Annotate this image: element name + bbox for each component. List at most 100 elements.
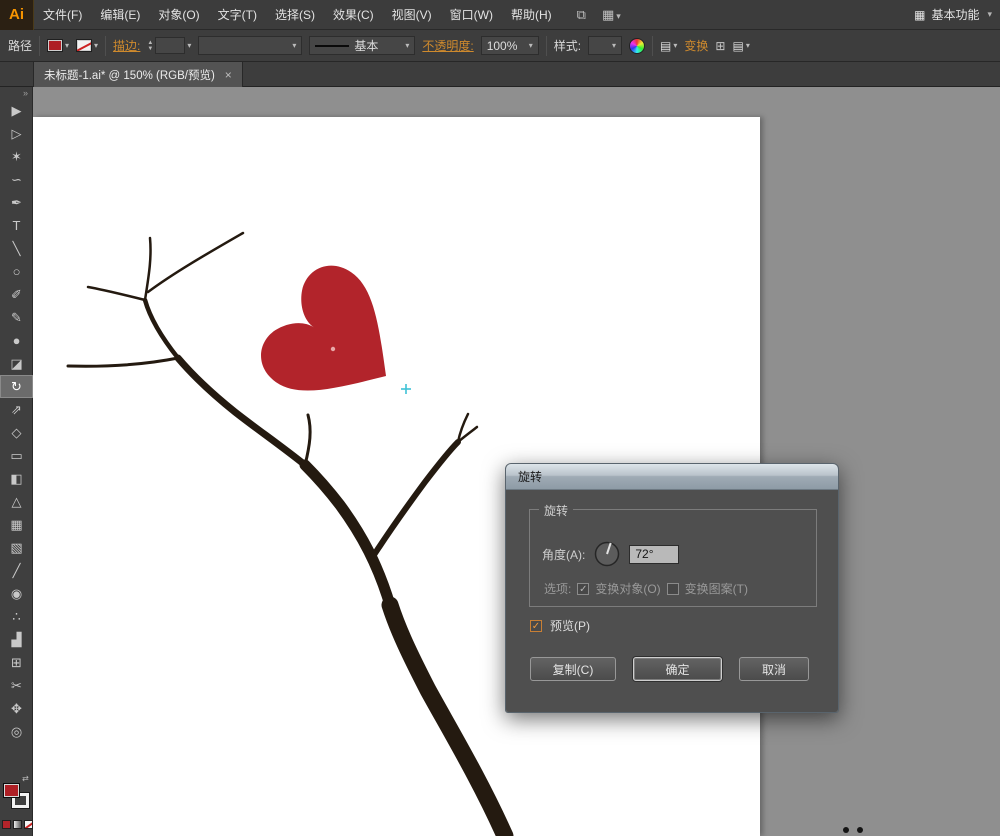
paintbrush-tool[interactable]: ✐	[0, 283, 33, 306]
symbol-sprayer-tool[interactable]: ∴	[0, 605, 33, 628]
angle-dial-icon	[595, 541, 620, 567]
eyedropper-tool[interactable]: ╱	[0, 559, 33, 582]
app-logo: Ai	[0, 0, 34, 30]
toolbar-collapse-button[interactable]: »	[0, 87, 32, 99]
selection-tool[interactable]: ▶	[0, 99, 33, 122]
menu-view[interactable]: 视图(V)	[383, 0, 441, 30]
rotate-dialog-body: 旋转 角度(A): 选项: ✓ 变换对象(O) 变换图案(T)	[506, 490, 838, 712]
menu-object[interactable]: 对象(O)	[149, 0, 208, 30]
tab-close-icon[interactable]: ×	[225, 68, 232, 82]
tool-icon: ╲	[12, 240, 21, 256]
tool-icon: ✎	[11, 309, 22, 325]
perspective-grid-tool[interactable]: △	[0, 490, 33, 513]
style-dropdown[interactable]: ▾	[588, 36, 623, 55]
rotate-tool[interactable]: ↻	[0, 375, 33, 398]
opacity-dropdown[interactable]: 100% ▾	[480, 36, 539, 55]
chevron-down-icon: ▾	[612, 41, 617, 50]
preview-row: ✓ 预览(P)	[530, 617, 590, 634]
swap-fill-stroke-icon[interactable]: ⇄	[22, 774, 29, 783]
gradient-mode-button[interactable]	[13, 820, 22, 829]
separator	[545, 35, 547, 56]
branch-artwork[interactable]	[66, 231, 514, 836]
stroke-weight-input[interactable]	[155, 37, 186, 54]
tool-icon: ▭	[10, 447, 23, 463]
angle-dial[interactable]	[594, 541, 620, 567]
menu-file[interactable]: 文件(F)	[34, 0, 91, 30]
type-tool[interactable]: T	[0, 214, 33, 237]
stroke-weight-stepper[interactable]: ▲ ▼ ▾	[147, 37, 191, 54]
workspace-switcher[interactable]: ▦ 基本功能 ▾	[914, 6, 992, 23]
column-graph-tool[interactable]: ▟	[0, 628, 33, 651]
opacity-label[interactable]: 不透明度:	[422, 37, 473, 54]
document-title: 未标题-1.ai* @ 150% (RGB/预览)	[44, 69, 215, 82]
direct-selection-tool[interactable]: ▷	[0, 122, 33, 145]
tool-icon: ●	[12, 333, 21, 348]
options-label: 选项:	[544, 582, 572, 596]
angle-input[interactable]	[629, 544, 680, 564]
slice-tool[interactable]: ✂	[0, 674, 33, 697]
scale-tool[interactable]: ⇗	[0, 398, 33, 421]
canvas[interactable]	[33, 87, 1000, 836]
tool-icon: ⊞	[11, 654, 22, 670]
fill-color-box[interactable]	[3, 783, 20, 798]
arrange-documents-icon[interactable]: ▦ ▾	[602, 7, 621, 23]
preview-checkbox[interactable]: ✓	[530, 619, 542, 632]
copy-button[interactable]: 复制(C)	[530, 657, 616, 681]
lasso-tool[interactable]: ∽	[0, 168, 33, 191]
transform-label[interactable]: 变换	[684, 37, 708, 54]
transform-grid-icon[interactable]: ⊞	[715, 39, 725, 53]
blend-tool[interactable]: ◉	[0, 582, 33, 605]
tool-icon: ○	[12, 264, 21, 279]
align-dropdown[interactable]: ▤ ▾	[660, 39, 677, 53]
pen-tool[interactable]: ✒	[0, 191, 33, 214]
free-transform-tool[interactable]: ▭	[0, 444, 33, 467]
width-tool[interactable]: ◇	[0, 421, 33, 444]
zoom-tool[interactable]: ◎	[0, 720, 33, 743]
color-mode-button[interactable]	[2, 820, 11, 829]
document-tab[interactable]: 未标题-1.ai* @ 150% (RGB/预览) ×	[33, 62, 243, 87]
heart-center-point	[330, 346, 336, 352]
heart-artwork[interactable]	[249, 254, 423, 432]
cancel-button[interactable]: 取消	[739, 657, 809, 681]
ellipse-tool[interactable]: ○	[0, 260, 33, 283]
menu-select[interactable]: 选择(S)	[266, 0, 324, 30]
fill-stroke-indicator[interactable]: ⇄	[0, 774, 33, 815]
transform-object-checkbox[interactable]: ✓	[577, 582, 590, 595]
menu-type[interactable]: 文字(T)	[209, 0, 266, 30]
menu-effect[interactable]: 效果(C)	[324, 0, 383, 30]
rotate-dialog-titlebar[interactable]: 旋转	[506, 464, 838, 490]
shape-builder-tool[interactable]: ◧	[0, 467, 33, 490]
ok-button[interactable]: 确定	[633, 657, 722, 681]
tool-icon: △	[11, 493, 22, 509]
stroke-color-picker[interactable]: ▾	[76, 39, 98, 52]
more-options-dropdown[interactable]: ▤ ▾	[732, 39, 749, 53]
stroke-swatch	[76, 39, 93, 52]
stroke-line-preview	[315, 44, 350, 47]
stroke-weight-label[interactable]: 描边:	[113, 37, 140, 54]
menu-help[interactable]: 帮助(H)	[502, 0, 561, 30]
menu-window[interactable]: 窗口(W)	[441, 0, 502, 30]
pencil-tool[interactable]: ✎	[0, 306, 33, 329]
rotate-dialog: 旋转 旋转 角度(A): 选项: ✓ 变换对象(O) 变换图案(T)	[505, 463, 839, 713]
hand-tool[interactable]: ✥	[0, 697, 33, 720]
bridge-icon[interactable]: ⧉	[577, 7, 586, 23]
eraser-tool[interactable]: ◪	[0, 352, 33, 375]
mesh-tool[interactable]: ▦	[0, 513, 33, 536]
blob-brush-tool[interactable]: ●	[0, 329, 33, 352]
magic-wand-tool[interactable]: ✶	[0, 145, 33, 168]
rotate-group-label: 旋转	[539, 502, 574, 519]
none-mode-button[interactable]	[24, 820, 33, 829]
fill-color-picker[interactable]: ▾	[47, 39, 69, 52]
brush-definition-dropdown[interactable]: 基本 ▾	[309, 36, 416, 55]
line-segment-tool[interactable]: ╲	[0, 237, 33, 260]
recolor-artwork-icon[interactable]	[629, 37, 646, 54]
variable-width-profile-dropdown[interactable]: ▾	[198, 36, 303, 55]
artboard-tool[interactable]: ⊞	[0, 651, 33, 674]
spinner-arrows-icon[interactable]: ▲ ▼	[147, 40, 153, 52]
panel-icon: ▤	[732, 38, 744, 53]
gradient-tool[interactable]: ▧	[0, 536, 33, 559]
selection-anchor[interactable]	[401, 384, 411, 394]
menu-edit[interactable]: 编辑(E)	[91, 0, 149, 30]
transform-pattern-checkbox[interactable]	[666, 582, 679, 595]
canvas-dot	[843, 827, 849, 833]
